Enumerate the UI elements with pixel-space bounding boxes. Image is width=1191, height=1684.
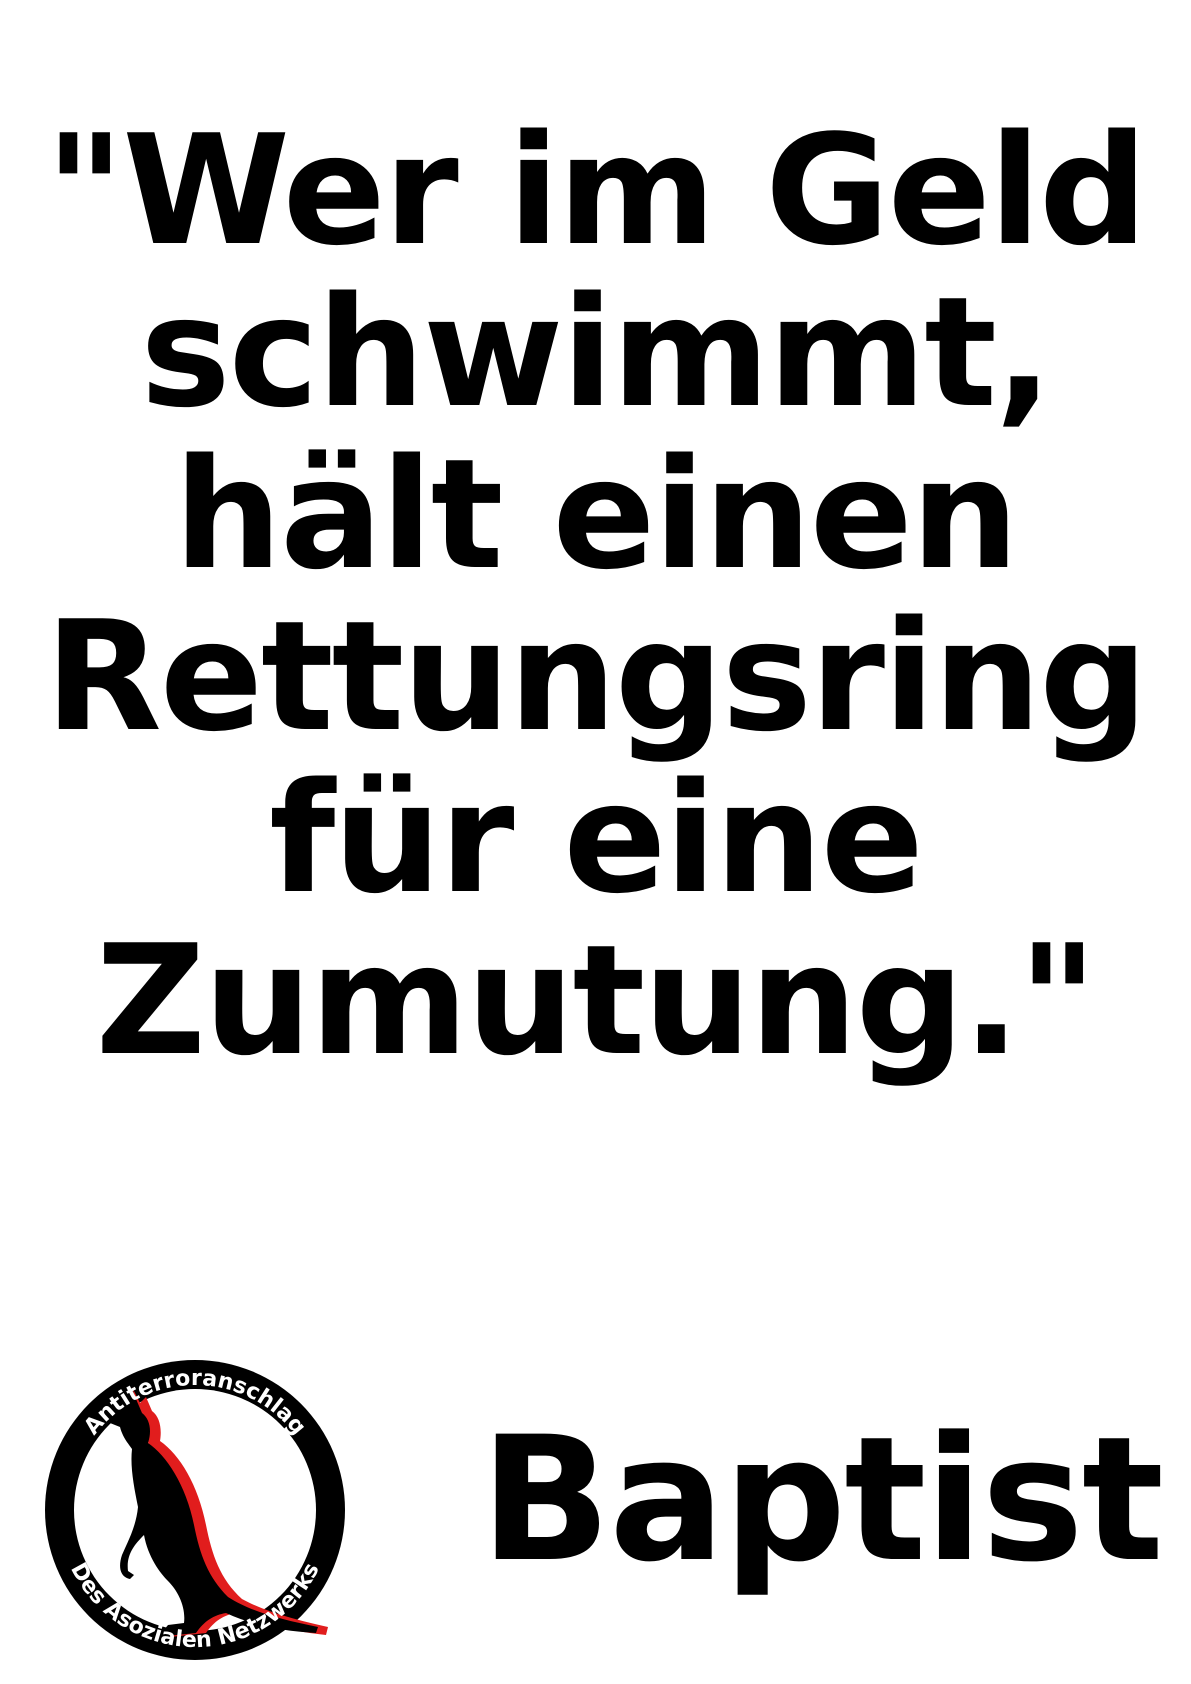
quote-line: "Wer im Geld [45,102,1148,279]
quote-line: Zumutung." [95,912,1098,1089]
author-name: Baptist [480,1399,1164,1600]
quote-line: schwimmt, [140,264,1052,441]
logo-badge: Antiterroranschlag Des Asozialen Netzwer… [45,1360,345,1660]
quote-line: Rettungsring [44,588,1148,765]
quote-text: "Wer im Geld schwimmt, hält einen Rettun… [0,110,1191,1082]
organization-logo: Antiterroranschlag Des Asozialen Netzwer… [30,1345,360,1675]
quote-line: für eine [269,750,924,927]
quote-line: hält einen [173,426,1019,603]
